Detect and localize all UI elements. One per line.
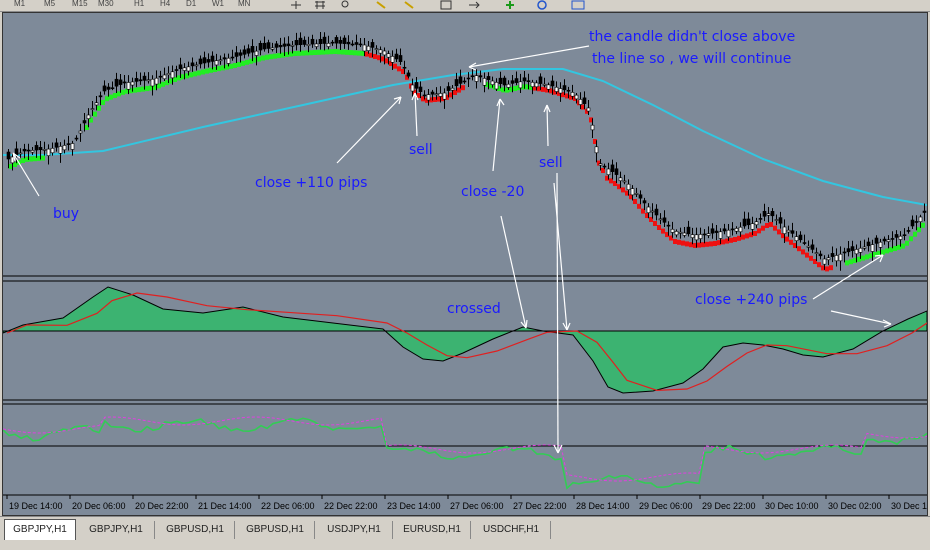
scroll-icon[interactable] bbox=[466, 0, 482, 10]
zoom-out-icon[interactable] bbox=[402, 0, 418, 10]
tab-gbpusd-h1-2[interactable]: GBPUSD,H1 bbox=[236, 521, 315, 539]
tab-gbpjpy-h1[interactable]: GBPJPY,H1 bbox=[78, 521, 155, 539]
chart-canvas: 19 Dec 14:00 20 Dec 06:00 20 Dec 22:00 21 D… bbox=[3, 29, 927, 511]
annotation-crossed: crossed bbox=[447, 301, 501, 317]
time-axis: 19 Dec 14:00 20 Dec 06:00 20 Dec 22:00 21 D… bbox=[6, 495, 927, 511]
annotation-close-minus-20: close -20 bbox=[461, 184, 524, 200]
timeframe-m5[interactable]: M5 bbox=[44, 0, 55, 10]
annotation-close-110: close +110 pips bbox=[255, 175, 367, 191]
time-axis-label: 20 Dec 22:00 bbox=[135, 501, 189, 511]
grid-icon[interactable] bbox=[312, 0, 328, 10]
annotation-sell-2: sell bbox=[539, 155, 563, 171]
chart-tabs: GBPJPY,H1 GBPJPY,H1 GBPUSD,H1 GBPUSD,H1 … bbox=[0, 516, 930, 550]
time-axis-label: 30 Dec 10:00 bbox=[765, 501, 819, 511]
toolbar: M1 M5 M15 M30 H1 H4 D1 W1 MN bbox=[0, 0, 930, 12]
annotation-buy: buy bbox=[53, 206, 79, 222]
time-axis-label: 30 Dec 18:00 bbox=[891, 501, 927, 511]
time-axis-label: 23 Dec 14:00 bbox=[387, 501, 441, 511]
oscillator-slow-line bbox=[3, 416, 927, 482]
tile-icon[interactable] bbox=[438, 0, 454, 10]
timeframe-h1[interactable]: H1 bbox=[134, 0, 144, 10]
annotation-candle-line2: the line so , we will continue bbox=[592, 51, 791, 67]
annotation-arrows bbox=[12, 45, 892, 454]
time-axis-label: 22 Dec 06:00 bbox=[261, 501, 315, 511]
time-axis-label: 29 Dec 22:00 bbox=[702, 501, 756, 511]
price-chart[interactable]: 19 Dec 14:00 20 Dec 06:00 20 Dec 22:00 21 D… bbox=[2, 12, 928, 516]
tab-usdjpy-h1[interactable]: USDJPY,H1 bbox=[316, 521, 393, 539]
tab-eurusd-h1[interactable]: EURUSD,H1 bbox=[394, 521, 471, 539]
crosshair-icon[interactable] bbox=[288, 0, 304, 10]
timeframe-m15[interactable]: M15 bbox=[72, 0, 88, 10]
time-axis-label: 22 Dec 22:00 bbox=[324, 501, 378, 511]
oscillator-pane bbox=[3, 416, 927, 490]
timeframe-m30[interactable]: M30 bbox=[98, 0, 114, 10]
timeframe-d1[interactable]: D1 bbox=[186, 0, 196, 10]
period-icon[interactable] bbox=[534, 0, 550, 10]
time-axis-label: 27 Dec 22:00 bbox=[513, 501, 567, 511]
zoom-icon[interactable] bbox=[338, 0, 354, 10]
timeframe-m1[interactable]: M1 bbox=[14, 0, 25, 10]
tab-usdchf-h1[interactable]: USDCHF,H1 bbox=[472, 521, 551, 539]
tab-gbpusd-h1[interactable]: GBPUSD,H1 bbox=[156, 521, 235, 539]
main-price-pane bbox=[3, 31, 927, 272]
terminal-window: M1 M5 M15 M30 H1 H4 D1 W1 MN 19 Dec 14:0… bbox=[0, 0, 930, 550]
tab-gbpjpy-h1-active[interactable]: GBPJPY,H1 bbox=[4, 519, 76, 540]
time-axis-label: 28 Dec 14:00 bbox=[576, 501, 630, 511]
template-icon[interactable] bbox=[570, 0, 586, 10]
candlesticks bbox=[6, 31, 927, 271]
zoom-in-icon[interactable] bbox=[374, 0, 390, 10]
time-axis-label: 30 Dec 02:00 bbox=[828, 501, 882, 511]
time-axis-label: 20 Dec 06:00 bbox=[72, 501, 126, 511]
time-axis-label: 29 Dec 06:00 bbox=[639, 501, 693, 511]
annotation-candle-line1: the candle didn't close above bbox=[589, 29, 795, 45]
time-axis-label: 27 Dec 06:00 bbox=[450, 501, 504, 511]
trend-ribbon bbox=[9, 49, 925, 272]
add-indicator-icon[interactable] bbox=[502, 0, 518, 10]
timeframe-w1[interactable]: W1 bbox=[212, 0, 224, 10]
annotation-close-240: close +240 pips bbox=[695, 292, 807, 308]
timeframe-mn[interactable]: MN bbox=[238, 0, 250, 10]
timeframe-h4[interactable]: H4 bbox=[160, 0, 170, 10]
time-axis-label: 19 Dec 14:00 bbox=[9, 501, 63, 511]
time-axis-label: 21 Dec 14:00 bbox=[198, 501, 252, 511]
annotation-sell-1: sell bbox=[409, 142, 433, 158]
